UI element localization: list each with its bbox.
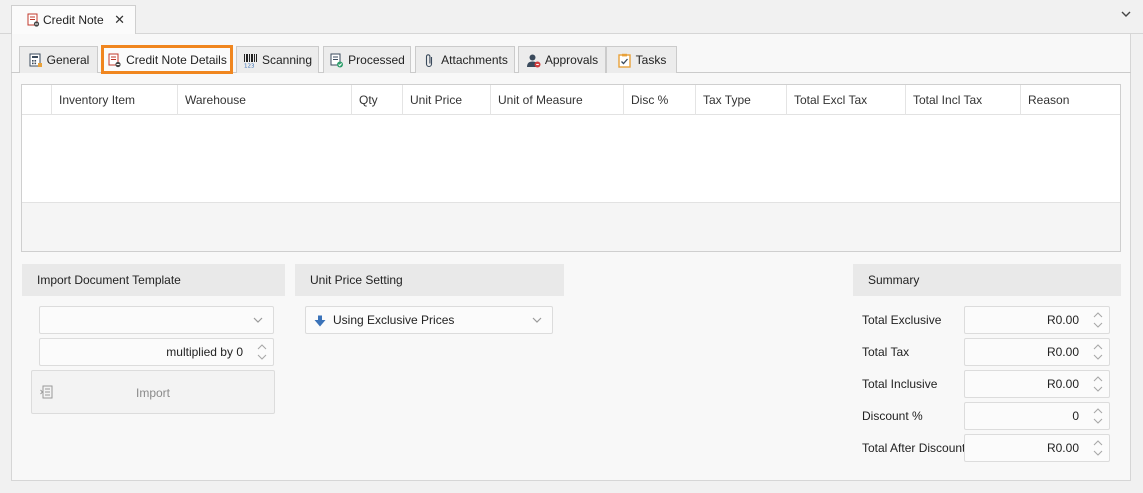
- line-items-grid: Inventory Item Warehouse Qty Unit Price …: [21, 84, 1121, 252]
- total-tax-value: R0.00: [1046, 345, 1079, 359]
- template-select[interactable]: [39, 306, 274, 334]
- total-exclusive-value: R0.00: [1046, 313, 1079, 327]
- tab-label: General: [46, 53, 90, 67]
- svg-text:123: 123: [244, 63, 255, 68]
- credit-note-icon: [27, 13, 40, 27]
- spinner-arrows-icon[interactable]: [1093, 310, 1103, 330]
- tab-tasks[interactable]: Tasks: [606, 46, 677, 73]
- total-exclusive-field[interactable]: R0.00: [964, 306, 1110, 334]
- column-header-qty[interactable]: Qty: [351, 85, 403, 115]
- import-template-header: Import Document Template: [22, 264, 285, 296]
- close-icon[interactable]: ✕: [114, 12, 125, 28]
- column-header-tax-type[interactable]: Tax Type: [695, 85, 787, 115]
- document-tab-label: Credit Note: [43, 13, 104, 27]
- import-button[interactable]: Import: [31, 370, 275, 414]
- processed-icon: [330, 53, 344, 67]
- tab-scanning[interactable]: 123 Scanning: [236, 46, 319, 73]
- column-header-disc-pct[interactable]: Disc %: [623, 85, 696, 115]
- total-after-discount-field[interactable]: R0.00: [964, 434, 1110, 462]
- chevron-down-icon: [532, 317, 542, 323]
- total-after-discount-label: Total After Discount: [862, 441, 966, 455]
- summary-header: Summary: [853, 264, 1121, 296]
- tab-label: Attachments: [441, 53, 508, 67]
- arrow-down-icon: [314, 315, 326, 327]
- tab-label: Credit Note Details: [126, 53, 227, 67]
- grid-footer: [22, 202, 1120, 251]
- credit-note-icon: [108, 53, 121, 67]
- spinner-arrows-icon[interactable]: [1093, 374, 1103, 394]
- total-after-discount-value: R0.00: [1046, 441, 1079, 455]
- spinner-arrows-icon[interactable]: [1093, 406, 1103, 426]
- calculator-icon: [29, 53, 42, 67]
- tab-label: Scanning: [261, 53, 313, 67]
- tab-general[interactable]: General: [19, 46, 98, 73]
- unit-price-select[interactable]: Using Exclusive Prices: [305, 306, 553, 334]
- approval-user-icon: [526, 54, 541, 67]
- total-tax-field[interactable]: R0.00: [964, 338, 1110, 366]
- column-header-unit-price[interactable]: Unit Price: [402, 85, 491, 115]
- chevron-down-icon: [253, 317, 263, 323]
- discount-pct-value: 0: [1072, 409, 1079, 423]
- tab-processed[interactable]: Processed: [323, 46, 411, 73]
- discount-pct-field[interactable]: 0: [964, 402, 1110, 430]
- unit-price-setting-header: Unit Price Setting: [295, 264, 564, 296]
- import-button-label: Import: [135, 386, 170, 400]
- document-tab-credit-note[interactable]: Credit Note ✕: [11, 5, 136, 34]
- column-header-total-excl-tax[interactable]: Total Excl Tax: [786, 85, 906, 115]
- total-inclusive-value: R0.00: [1046, 377, 1079, 391]
- column-header-warehouse[interactable]: Warehouse: [177, 85, 352, 115]
- tab-credit-note-details[interactable]: Credit Note Details: [101, 45, 233, 74]
- multiplier-text: multiplied by 0: [166, 345, 243, 359]
- paperclip-icon: [426, 53, 433, 67]
- total-inclusive-label: Total Inclusive: [862, 377, 938, 391]
- tab-label: Processed: [348, 53, 405, 67]
- multiplier-spinner[interactable]: multiplied by 0: [39, 338, 274, 366]
- tab-label: Tasks: [635, 53, 667, 67]
- spinner-arrows-icon[interactable]: [257, 342, 267, 362]
- document-tab-strip: Credit Note ✕: [0, 0, 1143, 34]
- barcode-icon: 123: [243, 53, 257, 68]
- column-header-total-incl-tax[interactable]: Total Incl Tax: [905, 85, 1021, 115]
- tab-approvals[interactable]: Approvals: [518, 46, 606, 73]
- row-indicator-column[interactable]: [22, 85, 51, 115]
- unit-price-select-value: Using Exclusive Prices: [333, 313, 455, 327]
- grid-header: Inventory Item Warehouse Qty Unit Price …: [22, 85, 1120, 115]
- tab-attachments[interactable]: Attachments: [415, 46, 515, 73]
- tab-label: Approvals: [544, 53, 599, 67]
- spinner-arrows-icon[interactable]: [1093, 342, 1103, 362]
- total-exclusive-label: Total Exclusive: [862, 313, 942, 327]
- total-tax-label: Total Tax: [862, 345, 910, 359]
- column-header-unit-of-measure[interactable]: Unit of Measure: [490, 85, 624, 115]
- column-header-inventory-item[interactable]: Inventory Item: [51, 85, 178, 115]
- discount-pct-label: Discount %: [862, 409, 923, 423]
- task-clipboard-icon: [617, 53, 631, 68]
- total-inclusive-field[interactable]: R0.00: [964, 370, 1110, 398]
- spinner-arrows-icon[interactable]: [1093, 438, 1103, 458]
- chevron-down-icon[interactable]: [1121, 9, 1131, 19]
- column-header-reason[interactable]: Reason: [1020, 85, 1120, 115]
